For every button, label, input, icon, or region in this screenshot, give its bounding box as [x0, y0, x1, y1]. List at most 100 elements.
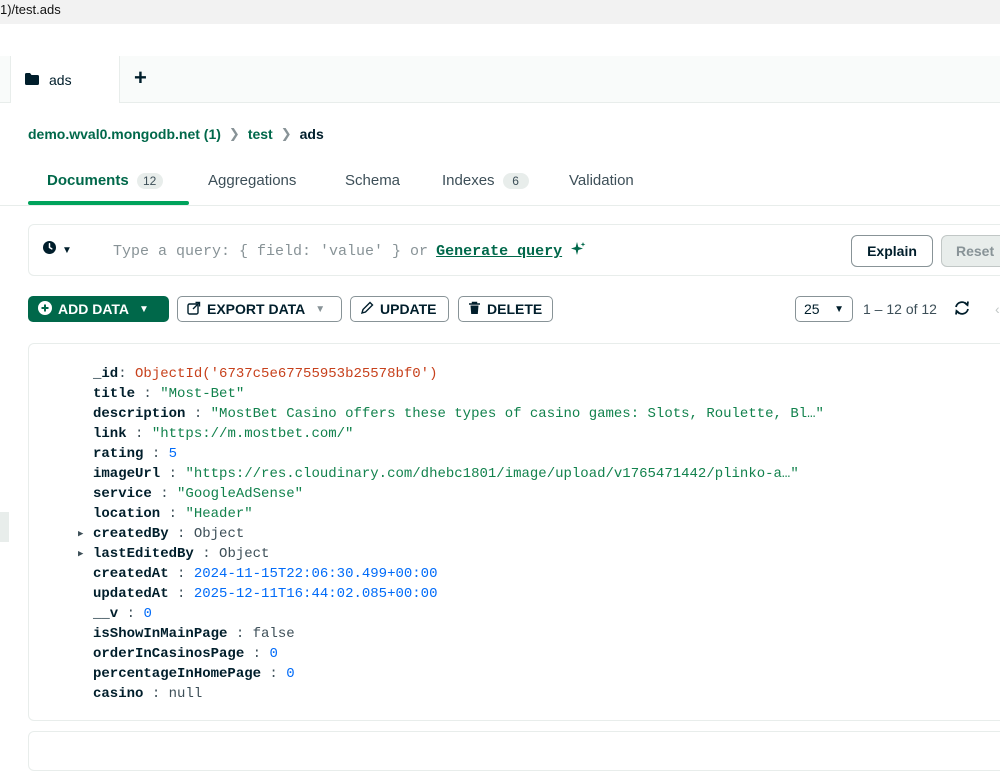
indexes-count-badge: 6	[502, 172, 529, 189]
field-key: title	[93, 386, 136, 402]
tab-indexes-label: Indexes	[442, 172, 495, 189]
field-value: 2024-11-15T22:06:30.499+00:00	[193, 566, 438, 582]
document-fields: _id: ObjectId('6737c5e67755953b25578bf0'…	[78, 364, 824, 704]
field-separator: :	[118, 606, 144, 622]
trash-icon	[468, 301, 481, 318]
document-field[interactable]: createdAt : 2024-11-15T22:06:30.499+00:0…	[93, 564, 824, 584]
field-key: updatedAt	[93, 586, 169, 602]
explain-button[interactable]: Explain	[851, 235, 933, 267]
documents-count-badge: 12	[136, 172, 163, 189]
export-icon	[187, 301, 201, 318]
tab-indexes[interactable]: Indexes 6	[442, 172, 529, 189]
query-placeholder: Type a query: { field: 'value' } or	[113, 243, 429, 260]
document-field[interactable]: link : "https://m.mostbet.com/"	[93, 424, 824, 444]
query-history-button[interactable]: ▼	[43, 241, 72, 259]
field-key: casino	[93, 686, 144, 702]
pencil-icon	[360, 301, 374, 318]
field-separator: :	[118, 366, 136, 382]
field-value: 0	[286, 666, 295, 682]
document-field[interactable]: service : "GoogleAdSense"	[93, 484, 824, 504]
generate-query-link[interactable]: Generate query	[436, 243, 562, 260]
active-tab-underline	[28, 201, 189, 205]
caret-right-icon[interactable]: ▶	[78, 544, 83, 564]
document-field[interactable]: percentageInHomePage : 0	[93, 664, 824, 684]
pagination: 25 ▼ 1 – 12 of 12 ‹	[795, 296, 1000, 322]
field-value: null	[168, 686, 203, 702]
export-data-button[interactable]: EXPORT DATA ▼	[177, 296, 342, 322]
document-field[interactable]: rating : 5	[93, 444, 824, 464]
field-value: Object	[219, 546, 270, 562]
tab-documents[interactable]: Documents 12	[47, 172, 163, 189]
document-field[interactable]: description : "MostBet Casino offers the…	[93, 404, 824, 424]
document-field[interactable]: ▶ lastEditedBy : Object	[78, 544, 824, 564]
chevron-left-icon[interactable]: ‹	[995, 301, 1000, 317]
caret-down-icon: ▼	[62, 244, 72, 256]
breadcrumb: demo.wval0.mongodb.net (1) ❯ test ❯ ads	[28, 124, 324, 144]
field-value: ObjectId('6737c5e67755953b25578bf0')	[135, 366, 438, 382]
field-value: "Header"	[185, 506, 253, 522]
sidebar-scroll-marker	[0, 512, 9, 542]
field-key: location	[93, 506, 161, 522]
field-separator: :	[160, 466, 186, 482]
field-key: orderInCasinosPage	[93, 646, 245, 662]
tab-documents-label: Documents	[47, 172, 129, 189]
sparkle-icon	[570, 241, 586, 262]
query-bar: ▼ Type a query: { field: 'value' } or Ge…	[28, 224, 1000, 276]
document-field[interactable]: casino : null	[93, 684, 824, 704]
field-separator: :	[168, 566, 194, 582]
field-separator: :	[168, 526, 194, 542]
field-value: 0	[269, 646, 278, 662]
breadcrumb-collection: ads	[299, 126, 324, 142]
breadcrumb-connection[interactable]: demo.wval0.mongodb.net (1)	[28, 126, 221, 142]
field-value: "Most-Bet"	[160, 386, 245, 402]
field-separator: :	[126, 426, 152, 442]
tab-ads[interactable]: ads	[10, 56, 120, 103]
breadcrumb-database[interactable]: test	[248, 126, 273, 142]
update-button[interactable]: UPDATE	[350, 296, 449, 322]
page-size-value: 25	[804, 301, 820, 317]
field-key: percentageInHomePage	[93, 666, 262, 682]
query-input[interactable]: Type a query: { field: 'value' } or Gene…	[113, 241, 586, 262]
caret-right-icon[interactable]: ▶	[78, 524, 83, 544]
tab-validation[interactable]: Validation	[569, 172, 634, 189]
add-tab-icon[interactable]: +	[134, 66, 154, 90]
field-separator: :	[135, 386, 161, 402]
tab-aggregations-label: Aggregations	[208, 172, 297, 189]
document-field[interactable]: location : "Header"	[93, 504, 824, 524]
tab-aggregations[interactable]: Aggregations	[208, 172, 296, 189]
document-field[interactable]: imageUrl : "https://res.cloudinary.com/d…	[93, 464, 824, 484]
tab-label: ads	[49, 71, 72, 88]
field-separator: :	[261, 666, 287, 682]
field-separator: :	[227, 626, 253, 642]
document-field[interactable]: _id: ObjectId('6737c5e67755953b25578bf0'…	[93, 364, 824, 384]
add-data-button[interactable]: ADD DATA ▼	[28, 296, 169, 322]
field-separator: :	[185, 406, 211, 422]
field-key: createdAt	[93, 566, 169, 582]
document-field[interactable]: ▶ createdBy : Object	[78, 524, 824, 544]
field-key: description	[93, 406, 186, 422]
delete-label: DELETE	[487, 301, 543, 317]
document-card[interactable]	[28, 731, 1000, 771]
tab-schema[interactable]: Schema	[345, 172, 400, 189]
document-field[interactable]: isShowInMainPage : false	[93, 624, 824, 644]
delete-button[interactable]: DELETE	[458, 296, 553, 322]
field-key: imageUrl	[93, 466, 161, 482]
document-field[interactable]: updatedAt : 2025-12-11T16:44:02.085+00:0…	[93, 584, 824, 604]
document-card[interactable]: _id: ObjectId('6737c5e67755953b25578bf0'…	[28, 343, 1000, 721]
window-title: 1)/test.ads	[0, 2, 61, 17]
document-field[interactable]: __v : 0	[93, 604, 824, 624]
page-size-select[interactable]: 25 ▼	[795, 296, 853, 322]
refresh-icon[interactable]	[953, 300, 971, 319]
tab-validation-label: Validation	[569, 172, 634, 189]
field-value: "MostBet Casino offers these types of ca…	[210, 406, 824, 422]
reset-button[interactable]: Reset	[941, 235, 1000, 267]
caret-down-icon: ▼	[834, 303, 844, 315]
document-field[interactable]: orderInCasinosPage : 0	[93, 644, 824, 664]
document-field[interactable]: title : "Most-Bet"	[93, 384, 824, 404]
caret-down-icon: ▼	[139, 303, 149, 315]
field-value: "GoogleAdSense"	[177, 486, 304, 502]
caret-down-icon: ▼	[315, 303, 326, 315]
pagination-range: 1 – 12 of 12	[863, 301, 937, 317]
clock-icon	[43, 241, 56, 259]
field-key: isShowInMainPage	[93, 626, 228, 642]
